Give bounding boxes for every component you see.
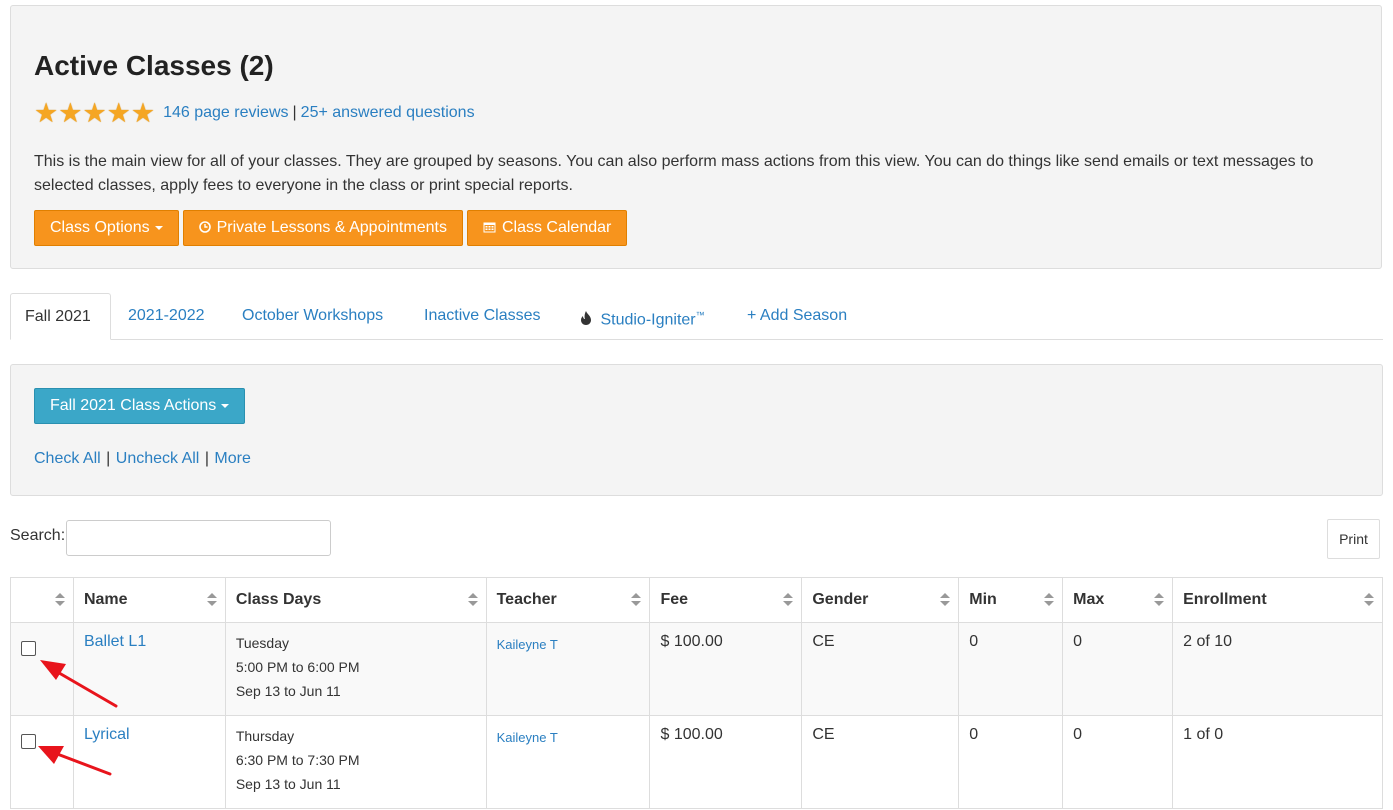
table-row: Lyrical Thursday 6:30 PM to 7:30 PM Sep … xyxy=(10,715,1383,809)
answered-questions-link[interactable]: 25+ answered questions xyxy=(301,104,475,122)
caret-down-icon xyxy=(221,404,230,408)
column-header-select[interactable] xyxy=(10,577,74,623)
max-cell: 0 xyxy=(1062,715,1174,809)
sort-icon xyxy=(1153,593,1165,607)
teacher-cell: Kaileyne T xyxy=(485,715,651,809)
fee-cell: $ 100.00 xyxy=(649,622,803,716)
private-lessons-label: Private Lessons & Appointments xyxy=(216,219,447,236)
select-cell xyxy=(10,715,74,809)
table-row: Ballet L1 Tuesday 5:00 PM to 6:00 PM Sep… xyxy=(10,622,1383,716)
name-cell: Ballet L1 xyxy=(72,622,226,716)
class-day: Thursday xyxy=(235,728,295,744)
sort-icon xyxy=(1043,593,1055,607)
column-header-min[interactable]: Min xyxy=(958,577,1064,623)
class-calendar-label: Class Calendar xyxy=(501,219,612,236)
reviews-link[interactable]: 146 page reviews xyxy=(163,104,288,122)
rating-stars: ★ ★ ★ ★ ★ xyxy=(34,98,156,128)
season-tabs: Fall 2021 2021-2022 October Workshops In… xyxy=(10,293,1383,340)
column-header-teacher[interactable]: Teacher xyxy=(485,577,651,623)
enrollment-cell: 1 of 0 xyxy=(1172,715,1383,809)
class-calendar-button[interactable]: Class Calendar xyxy=(466,210,628,246)
trademark-mark: ™ xyxy=(695,310,705,320)
teacher-link[interactable]: Kaileyne T xyxy=(497,637,558,652)
private-lessons-button[interactable]: Private Lessons & Appointments xyxy=(182,210,463,246)
tab-fall-2021[interactable]: Fall 2021 xyxy=(10,293,111,340)
classes-table: Name Class Days Teacher Fee Gender Min M… xyxy=(10,577,1383,809)
tab-add-season[interactable]: + Add Season xyxy=(747,293,847,340)
tab-inactive-classes[interactable]: Inactive Classes xyxy=(424,293,541,340)
star-icon: ★ xyxy=(58,98,83,128)
min-cell: 0 xyxy=(958,622,1064,716)
row-checkbox[interactable] xyxy=(21,734,36,749)
star-icon: ★ xyxy=(106,98,131,128)
separator: | xyxy=(292,104,297,121)
search-label: Search: xyxy=(10,527,66,544)
class-dates: Sep 13 to Jun 11 xyxy=(235,683,341,699)
class-name-link[interactable]: Lyrical xyxy=(84,726,130,743)
clock-icon xyxy=(198,220,211,236)
header-button-row: Class Options Private Lessons & Appointm… xyxy=(34,210,631,246)
teacher-cell: Kaileyne T xyxy=(485,622,651,716)
page-title: Active Classes (2) xyxy=(34,50,274,81)
column-header-enrollment[interactable]: Enrollment xyxy=(1172,577,1383,623)
print-button[interactable]: Print xyxy=(1327,519,1380,559)
tab-studio-igniter-label: Studio-Igniter xyxy=(600,311,696,329)
teacher-link[interactable]: Kaileyne T xyxy=(497,730,558,745)
class-day: Tuesday xyxy=(235,635,290,651)
sort-icon xyxy=(206,593,217,607)
sort-icon xyxy=(54,593,65,607)
select-cell xyxy=(10,622,74,716)
sort-icon xyxy=(1363,593,1374,607)
row-checkbox[interactable] xyxy=(21,641,36,656)
name-cell: Lyrical xyxy=(72,715,226,809)
more-link[interactable]: More xyxy=(214,450,250,467)
page-header-panel: Active Classes (2) ★ ★ ★ ★ ★ 146 page re… xyxy=(10,5,1382,269)
check-all-link[interactable]: Check All xyxy=(34,450,101,467)
sort-icon xyxy=(630,593,642,607)
min-cell: 0 xyxy=(958,715,1064,809)
search-input[interactable] xyxy=(66,520,331,556)
column-header-fee[interactable]: Fee xyxy=(649,577,803,623)
star-icon: ★ xyxy=(130,98,156,128)
column-header-class-days[interactable]: Class Days xyxy=(224,577,487,623)
enrollment-cell: 2 of 10 xyxy=(1172,622,1383,716)
class-options-label: Class Options xyxy=(50,219,150,236)
caret-down-icon xyxy=(154,226,163,230)
page-description: This is the main view for all of your cl… xyxy=(34,153,1314,194)
star-icon: ★ xyxy=(34,98,59,128)
class-dates: Sep 13 to Jun 11 xyxy=(235,776,341,792)
separator: | xyxy=(204,450,209,467)
tab-october-workshops[interactable]: October Workshops xyxy=(242,293,383,340)
column-header-max[interactable]: Max xyxy=(1062,577,1174,623)
gender-cell: CE xyxy=(801,622,960,716)
star-icon: ★ xyxy=(82,98,107,128)
separator: | xyxy=(106,450,111,467)
fee-cell: $ 100.00 xyxy=(649,715,803,809)
fire-icon xyxy=(580,311,600,328)
sort-icon xyxy=(939,593,951,607)
rating-row: ★ ★ ★ ★ ★ 146 page reviews | 25+ answere… xyxy=(34,98,475,128)
table-header-row: Name Class Days Teacher Fee Gender Min M… xyxy=(10,577,1383,623)
class-name-link[interactable]: Ballet L1 xyxy=(84,633,146,650)
tab-2021-2022[interactable]: 2021-2022 xyxy=(128,293,205,340)
class-days-cell: Thursday 6:30 PM to 7:30 PM Sep 13 to Ju… xyxy=(224,715,487,809)
season-class-actions-label: Fall 2021 Class Actions xyxy=(50,397,217,414)
class-time: 5:00 PM to 6:00 PM xyxy=(235,659,360,675)
class-options-button[interactable]: Class Options xyxy=(34,210,179,246)
class-time: 6:30 PM to 7:30 PM xyxy=(235,752,360,768)
column-header-gender[interactable]: Gender xyxy=(801,577,960,623)
tab-studio-igniter[interactable]: Studio-Igniter™ xyxy=(580,293,705,340)
class-days-cell: Tuesday 5:00 PM to 6:00 PM Sep 13 to Jun… xyxy=(224,622,487,716)
sort-icon xyxy=(782,593,794,607)
sort-icon xyxy=(467,593,478,607)
season-class-actions-button[interactable]: Fall 2021 Class Actions xyxy=(34,388,246,424)
uncheck-all-link[interactable]: Uncheck All xyxy=(116,450,200,467)
check-links-row: Check All | Uncheck All | More xyxy=(34,450,251,468)
calendar-icon xyxy=(483,221,496,236)
season-actions-panel: Fall 2021 Class Actions Check All | Unch… xyxy=(10,364,1383,496)
max-cell: 0 xyxy=(1062,622,1174,716)
column-header-name[interactable]: Name xyxy=(72,577,226,623)
gender-cell: CE xyxy=(801,715,960,809)
